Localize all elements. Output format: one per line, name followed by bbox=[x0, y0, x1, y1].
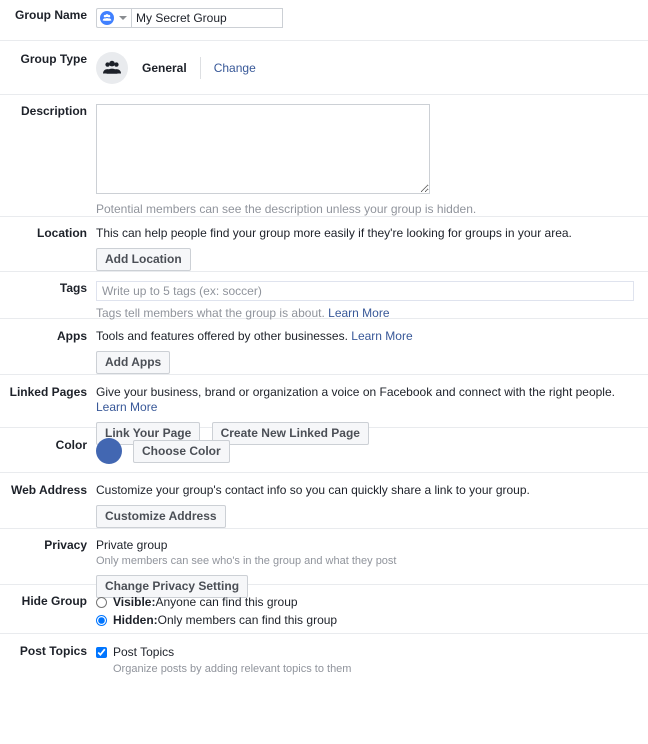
apps-label: Apps bbox=[57, 329, 87, 343]
web-address-label: Web Address bbox=[10, 483, 87, 497]
group-members-icon bbox=[100, 11, 114, 25]
hidden-radio[interactable] bbox=[96, 614, 107, 626]
row-group-name: Group Name bbox=[0, 0, 648, 41]
group-type-value: General bbox=[142, 61, 187, 75]
group-privacy-selector[interactable] bbox=[96, 8, 131, 28]
group-name-input[interactable] bbox=[131, 8, 283, 28]
hide-group-option-visible[interactable]: Visible:Anyone can find this group bbox=[96, 594, 642, 610]
post-topics-checkbox[interactable] bbox=[96, 646, 107, 658]
divider bbox=[199, 57, 201, 79]
tags-help: Tags tell members what the group is abou… bbox=[96, 306, 642, 320]
row-apps: Apps Tools and features offered by other… bbox=[0, 319, 648, 375]
tags-learn-more-link[interactable]: Learn More bbox=[328, 306, 389, 320]
post-topics-checkbox-label: Post Topics bbox=[113, 645, 175, 659]
color-swatch[interactable] bbox=[96, 438, 122, 464]
row-web-address: Web Address Customize your group's conta… bbox=[0, 473, 648, 529]
group-settings-page: Group Name My Secret Group Group Type Ge… bbox=[0, 0, 648, 688]
tags-input[interactable] bbox=[96, 281, 634, 301]
group-type-label: Group Type bbox=[20, 52, 87, 66]
description-textarea[interactable] bbox=[96, 104, 430, 194]
row-location: Location This can help people find your … bbox=[0, 217, 648, 272]
hidden-option-bold: Hidden: bbox=[113, 613, 158, 627]
row-linked-pages: Linked Pages Give your business, brand o… bbox=[0, 375, 648, 445]
post-topics-help: Organize posts by adding relevant topics… bbox=[113, 663, 352, 675]
apps-learn-more-link[interactable]: Learn More bbox=[351, 329, 412, 343]
group-name-field-group bbox=[96, 8, 642, 28]
apps-description: Tools and features offered by other busi… bbox=[96, 329, 348, 343]
hide-group-option-hidden[interactable]: Hidden:Only members can find this group bbox=[96, 612, 642, 628]
tags-label: Tags bbox=[59, 281, 87, 295]
privacy-current-value: Private group bbox=[96, 538, 168, 552]
hide-group-label: Hide Group bbox=[21, 594, 87, 608]
description-help: Potential members can see the descriptio… bbox=[96, 202, 477, 216]
description-label: Description bbox=[20, 104, 87, 118]
customize-address-button[interactable]: Customize Address bbox=[96, 505, 226, 528]
chevron-down-icon bbox=[119, 16, 127, 20]
add-location-button[interactable]: Add Location bbox=[96, 248, 191, 271]
location-description: This can help people find your group mor… bbox=[96, 226, 572, 240]
post-topics-label: Post Topics bbox=[19, 644, 87, 658]
color-label: Color bbox=[55, 438, 87, 452]
linked-pages-description: Give your business, brand or organizatio… bbox=[96, 385, 615, 399]
privacy-label: Privacy bbox=[44, 538, 87, 552]
linked-pages-label: Linked Pages bbox=[9, 385, 87, 399]
visible-option-text: Anyone can find this group bbox=[155, 595, 298, 609]
row-privacy: Privacy Private group Only members can s… bbox=[0, 529, 648, 598]
tags-help-text: Tags tell members what the group is abou… bbox=[96, 306, 325, 320]
post-topics-option[interactable]: Post Topics bbox=[96, 644, 642, 660]
add-apps-button[interactable]: Add Apps bbox=[96, 351, 171, 374]
web-address-description: Customize your group's contact info so y… bbox=[96, 483, 530, 497]
group-people-icon bbox=[96, 52, 128, 84]
linked-pages-learn-more-link[interactable]: Learn More bbox=[96, 400, 157, 414]
row-description: Description Potential members can see th… bbox=[0, 95, 648, 217]
visible-radio[interactable] bbox=[96, 596, 107, 608]
group-name-label: Group Name bbox=[14, 8, 87, 22]
choose-color-button[interactable]: Choose Color bbox=[133, 439, 230, 463]
hidden-option-text: Only members can find this group bbox=[157, 613, 338, 627]
row-group-type: Group Type General Change bbox=[0, 41, 648, 95]
visible-option-bold: Visible: bbox=[113, 595, 156, 609]
change-group-type-link[interactable]: Change bbox=[214, 61, 256, 75]
privacy-description: Only members can see who's in the group … bbox=[96, 555, 397, 567]
row-tags: Tags Tags tell members what the group is… bbox=[0, 272, 648, 320]
row-post-topics: Post Topics Post Topics Organize posts b… bbox=[0, 634, 648, 688]
location-label: Location bbox=[37, 226, 87, 240]
